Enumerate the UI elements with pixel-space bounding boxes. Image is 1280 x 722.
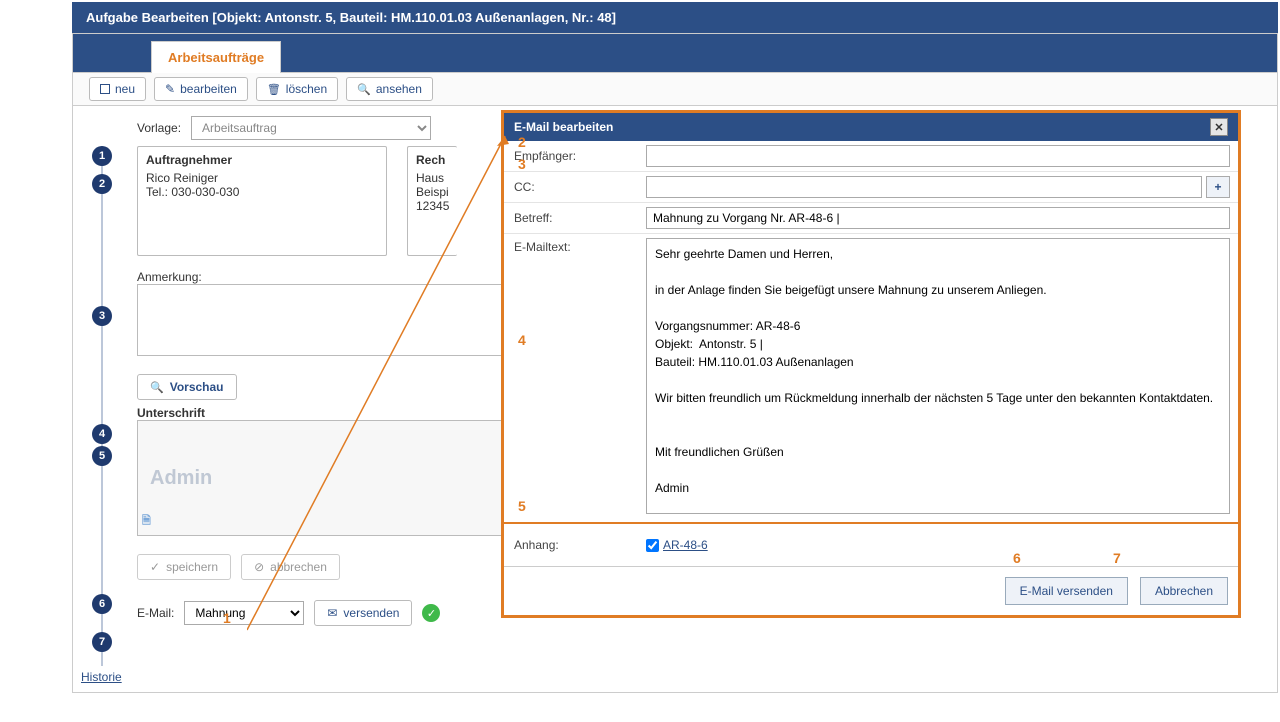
vorschau-label: Vorschau (170, 380, 224, 394)
auftragnehmer-heading: Auftragnehmer (146, 153, 378, 167)
search-icon (357, 82, 371, 96)
rechnung-l2: Beispi (416, 185, 449, 199)
cc-label: CC: (504, 172, 638, 202)
tab-strip: Arbeitsaufträge (73, 34, 1277, 72)
plus-icon (100, 84, 110, 94)
pencil-icon (165, 82, 175, 96)
tab-arbeitsauftraege[interactable]: Arbeitsaufträge (151, 41, 281, 73)
cancel-icon (254, 560, 264, 574)
vorlage-label: Vorlage: (137, 121, 181, 135)
speichern-label: speichern (166, 560, 218, 574)
rechnung-l3: 12345 (416, 199, 449, 213)
abbrechen-button[interactable]: abbrechen (241, 554, 340, 580)
subject-input[interactable] (646, 207, 1230, 229)
signature-pad[interactable]: Admin (137, 420, 517, 536)
bearbeiten-button[interactable]: bearbeiten (154, 77, 248, 101)
dialog-title: E-Mail bearbeiten (514, 120, 613, 134)
page-icon (142, 512, 151, 531)
auftragnehmer-tel: Tel.: 030-030-030 (146, 185, 378, 199)
toolbar: neu bearbeiten löschen ansehen (73, 72, 1277, 106)
versenden-button[interactable]: versenden (314, 600, 412, 626)
loeschen-button[interactable]: löschen (256, 77, 338, 101)
cancel-dialog-button[interactable]: Abbrechen (1140, 577, 1228, 605)
auftragnehmer-card: Auftragnehmer Rico Reiniger Tel.: 030-03… (137, 146, 387, 256)
callout-3: 3 (518, 156, 526, 172)
attachment-checkbox[interactable] (646, 539, 659, 552)
vorlage-select[interactable]: Arbeitsauftrag (191, 116, 431, 140)
callout-6: 6 (1013, 550, 1021, 566)
signature-placeholder: Admin (150, 467, 212, 490)
dialog-close-button[interactable]: ✕ (1210, 118, 1228, 136)
window-title: Aufgabe Bearbeiten [Objekt: Antonstr. 5,… (72, 2, 1278, 33)
auftragnehmer-name: Rico Reiniger (146, 171, 378, 185)
rechnung-heading: Rech (416, 153, 449, 167)
callout-5: 5 (518, 498, 526, 514)
neu-label: neu (115, 82, 135, 96)
main-panel: Arbeitsaufträge neu bearbeiten löschen a… (72, 33, 1278, 693)
speichern-button[interactable]: speichern (137, 554, 231, 580)
recipient-input[interactable] (646, 145, 1230, 167)
ansehen-label: ansehen (376, 82, 422, 96)
search-icon (150, 380, 164, 394)
callout-1: 1 (223, 610, 231, 626)
attachment-label: Anhang: (504, 532, 638, 558)
email-type-select[interactable]: Mahnung (184, 601, 304, 625)
body-textarea[interactable] (646, 238, 1230, 514)
loeschen-label: löschen (286, 82, 327, 96)
check-icon (150, 560, 160, 574)
cc-input[interactable] (646, 176, 1202, 198)
callout-2: 2 (518, 134, 526, 150)
rechnung-l1: Haus (416, 171, 449, 185)
callout-7: 7 (1113, 550, 1121, 566)
email-type-label: E-Mail: (137, 606, 174, 620)
cc-add-button[interactable]: + (1206, 176, 1230, 198)
ansehen-button[interactable]: ansehen (346, 77, 433, 101)
vorschau-button[interactable]: Vorschau (137, 374, 237, 400)
body-label: E-Mailtext: (504, 234, 638, 260)
send-email-button[interactable]: E-Mail versenden (1005, 577, 1128, 605)
trash-icon (267, 82, 281, 96)
rechnung-card-clipped: Rech Haus Beispi 12345 (407, 146, 457, 256)
historie-link[interactable]: Historie (81, 670, 122, 684)
dialog-titlebar: E-Mail bearbeiten ✕ (504, 113, 1238, 141)
neu-button[interactable]: neu (89, 77, 146, 101)
attachment-link[interactable]: AR-48-6 (663, 538, 708, 552)
mail-icon (327, 606, 337, 620)
email-dialog: E-Mail bearbeiten ✕ Empfänger: CC: + Bet… (501, 110, 1241, 618)
abbrechen-label: abbrechen (270, 560, 327, 574)
bearbeiten-label: bearbeiten (180, 82, 237, 96)
status-ok-icon: ✓ (422, 604, 440, 622)
versenden-label: versenden (343, 606, 399, 620)
callout-4: 4 (518, 332, 526, 348)
subject-label: Betreff: (504, 203, 638, 233)
